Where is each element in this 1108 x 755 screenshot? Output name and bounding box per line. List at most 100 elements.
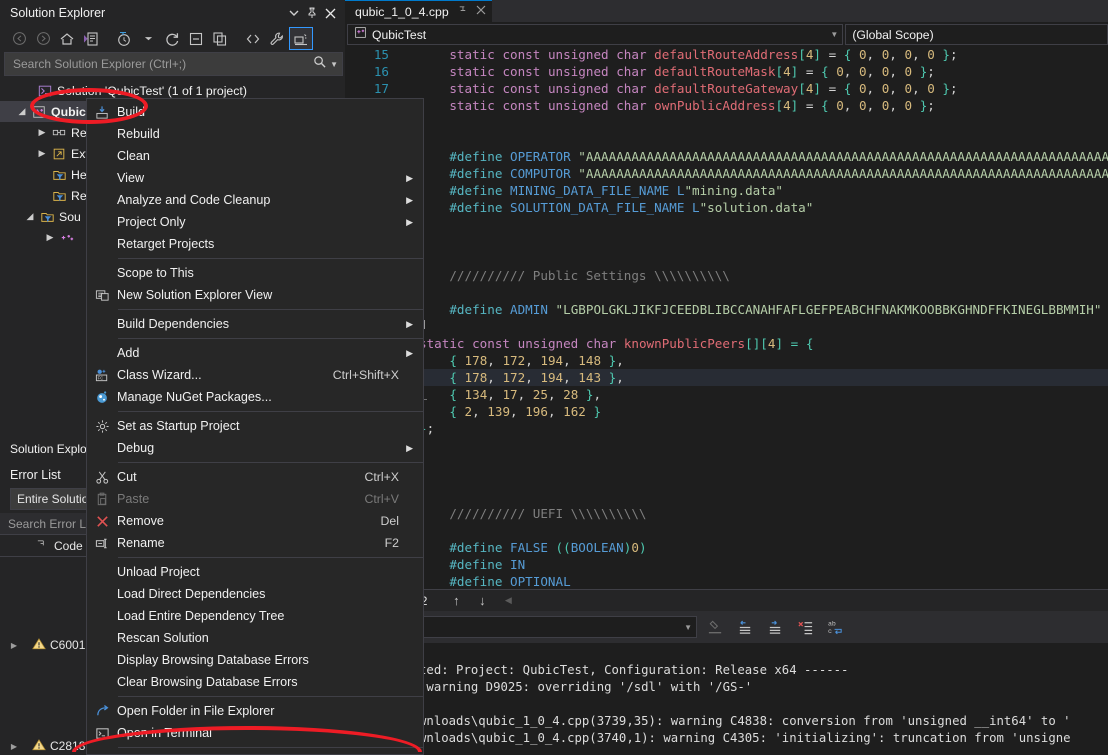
- collapse-all-icon[interactable]: [185, 28, 207, 49]
- tree-twisty[interactable]: ▶: [34, 148, 50, 159]
- arrow-down-icon[interactable]: ↓: [471, 593, 493, 608]
- menu-item-add[interactable]: Add ▶: [87, 342, 423, 364]
- code-line[interactable]: 17 static const unsigned char defaultRou…: [345, 80, 1108, 97]
- chevron-down-icon[interactable]: [285, 4, 303, 22]
- code-line[interactable]: [345, 216, 1108, 233]
- code-line[interactable]: #define MINING_DATA_FILE_NAME L"mining.d…: [345, 182, 1108, 199]
- menu-item-class-wizard[interactable]: FC Class Wizard... Ctrl+Shift+X: [87, 364, 423, 386]
- go-to-next-message-icon[interactable]: [763, 616, 787, 638]
- menu-item-clean[interactable]: Clean: [87, 145, 423, 167]
- code-line[interactable]: #define IN: [345, 556, 1108, 573]
- search-solution-explorer-input[interactable]: Search Solution Explorer (Ctrl+;) ▼: [4, 52, 343, 76]
- caret-down-icon[interactable]: [137, 28, 159, 49]
- code-line[interactable]: 18 static const unsigned char ownPublicA…: [345, 97, 1108, 114]
- tree-twisty[interactable]: ◢: [14, 106, 30, 117]
- refresh-icon[interactable]: [161, 28, 183, 49]
- code-line[interactable]: [345, 233, 1108, 250]
- code-line[interactable]: { 134, 17, 25, 28 },: [345, 386, 1108, 403]
- menu-item-project-only[interactable]: Project Only ▶: [87, 211, 423, 233]
- menu-item-cut[interactable]: Cut Ctrl+X: [87, 466, 423, 488]
- menu-item-retarget-projects[interactable]: Retarget Projects: [87, 233, 423, 255]
- code-line[interactable]: { 178, 172, 194, 148 },: [345, 352, 1108, 369]
- code-line[interactable]: #define ADMIN "LGBPOLGKLJIKFJCEEDBLIBCCA…: [345, 301, 1108, 318]
- code-line[interactable]: { 178, 172, 194, 143 },: [345, 369, 1108, 386]
- expand-triangle-icon[interactable]: ▶: [0, 742, 28, 751]
- menu-item-unload-project[interactable]: Unload Project: [87, 561, 423, 583]
- clear-all-icon[interactable]: [703, 616, 727, 638]
- back-arrow-icon[interactable]: [8, 28, 30, 49]
- code-line[interactable]: #define COMPUTOR "AAAAAAAAAAAAAAAAAAAAAA…: [345, 165, 1108, 182]
- show-all-files-icon[interactable]: [209, 28, 231, 49]
- code-line[interactable]: [345, 318, 1108, 335]
- preview-selected-items-icon[interactable]: [289, 27, 313, 50]
- code-line[interactable]: [345, 488, 1108, 505]
- code-lines-container[interactable]: 15 static const unsigned char defaultRou…: [345, 46, 1108, 589]
- code-line[interactable]: [345, 250, 1108, 267]
- menu-item-load-direct-dependencies[interactable]: Load Direct Dependencies: [87, 583, 423, 605]
- forward-arrow-icon[interactable]: [32, 28, 54, 49]
- output-text-area[interactable]: rted...Build started: Project: QubicTest…: [345, 643, 1108, 747]
- code-line[interactable]: #define OPERATOR "AAAAAAAAAAAAAAAAAAAAAA…: [345, 148, 1108, 165]
- code-line[interactable]: [345, 437, 1108, 454]
- menu-item-open-in-terminal[interactable]: Open in Terminal: [87, 722, 423, 744]
- column-header-severity-icon[interactable]: [28, 539, 54, 553]
- menu-item-clear-browsing-database-errors[interactable]: Clear Browsing Database Errors: [87, 671, 423, 693]
- toggle-word-wrap-icon[interactable]: ab c: [823, 616, 847, 638]
- code-line[interactable]: static const unsigned char knownPublicPe…: [345, 335, 1108, 352]
- pin-icon[interactable]: [457, 5, 468, 19]
- code-line[interactable]: [345, 454, 1108, 471]
- tree-twisty[interactable]: ◢: [22, 211, 38, 222]
- collapse-strip-icon[interactable]: ◀: [497, 595, 519, 606]
- menu-item-rescan-solution[interactable]: Rescan Solution: [87, 627, 423, 649]
- go-to-previous-message-icon[interactable]: [733, 616, 757, 638]
- code-line[interactable]: [345, 471, 1108, 488]
- arrow-up-icon[interactable]: ↑: [445, 593, 467, 608]
- code-line[interactable]: [345, 114, 1108, 131]
- pending-changes-clock-icon[interactable]: [113, 28, 135, 49]
- code-line[interactable]: #define FALSE ((BOOLEAN)0): [345, 539, 1108, 556]
- code-line[interactable]: [345, 131, 1108, 148]
- chevron-down-icon[interactable]: ▼: [830, 30, 838, 39]
- close-icon[interactable]: [321, 4, 339, 22]
- chevron-down-icon[interactable]: ▼: [684, 623, 692, 632]
- code-line[interactable]: { 2, 139, 196, 162 }: [345, 403, 1108, 420]
- menu-item-analyze-and-code-cleanup[interactable]: Analyze and Code Cleanup ▶: [87, 189, 423, 211]
- code-line[interactable]: [345, 522, 1108, 539]
- output-source-dropdown[interactable]: Build ▼: [387, 616, 698, 638]
- expand-triangle-icon[interactable]: ▶: [0, 641, 28, 650]
- code-line[interactable]: #define SOLUTION_DATA_FILE_NAME L"soluti…: [345, 199, 1108, 216]
- clear-pane-icon[interactable]: [793, 616, 817, 638]
- home-icon[interactable]: [56, 28, 78, 49]
- menu-item-load-entire-dependency-tree[interactable]: Load Entire Dependency Tree: [87, 605, 423, 627]
- tree-twisty[interactable]: ▶: [42, 232, 58, 243]
- menu-item-view[interactable]: View ▶: [87, 167, 423, 189]
- code-view-icon[interactable]: [242, 28, 264, 49]
- menu-item-properties[interactable]: PropertiesAlt+Enter: [87, 751, 423, 754]
- menu-item-scope-to-this[interactable]: Scope to This: [87, 262, 423, 284]
- column-header-code[interactable]: Code: [54, 539, 83, 553]
- menu-item-build[interactable]: Build: [87, 101, 423, 123]
- menu-item-rebuild[interactable]: Rebuild: [87, 123, 423, 145]
- code-line[interactable]: ////////// UEFI \\\\\\\\\\: [345, 505, 1108, 522]
- code-editor[interactable]: 15 static const unsigned char defaultRou…: [345, 46, 1108, 589]
- editor-tab-qubic-cpp[interactable]: qubic_1_0_4.cpp: [345, 0, 492, 22]
- menu-item-build-dependencies[interactable]: Build Dependencies ▶: [87, 313, 423, 335]
- search-options-caret-icon[interactable]: ▼: [326, 60, 338, 69]
- project-scope-dropdown[interactable]: QubicTest ▼: [347, 24, 844, 45]
- code-line[interactable]: ////////// Public Settings \\\\\\\\\\: [345, 267, 1108, 284]
- close-icon[interactable]: [476, 5, 486, 18]
- tree-twisty[interactable]: ▶: [34, 127, 50, 138]
- menu-item-open-folder-in-file-explorer[interactable]: Open Folder in File Explorer: [87, 700, 423, 722]
- menu-item-set-as-startup-project[interactable]: Set as Startup Project: [87, 415, 423, 437]
- menu-item-rename[interactable]: Rename F2: [87, 532, 423, 554]
- menu-item-new-solution-explorer-view[interactable]: New Solution Explorer View: [87, 284, 423, 306]
- menu-item-display-browsing-database-errors[interactable]: Display Browsing Database Errors: [87, 649, 423, 671]
- sync-with-active-document-icon[interactable]: [80, 28, 102, 49]
- menu-item-debug[interactable]: Debug ▶: [87, 437, 423, 459]
- code-line[interactable]: #define OPTIONAL: [345, 573, 1108, 589]
- search-icon[interactable]: [313, 55, 326, 73]
- member-scope-dropdown[interactable]: (Global Scope): [845, 24, 1108, 45]
- code-line[interactable]: [345, 284, 1108, 301]
- code-line[interactable]: };: [345, 420, 1108, 437]
- menu-item-remove[interactable]: Remove Del: [87, 510, 423, 532]
